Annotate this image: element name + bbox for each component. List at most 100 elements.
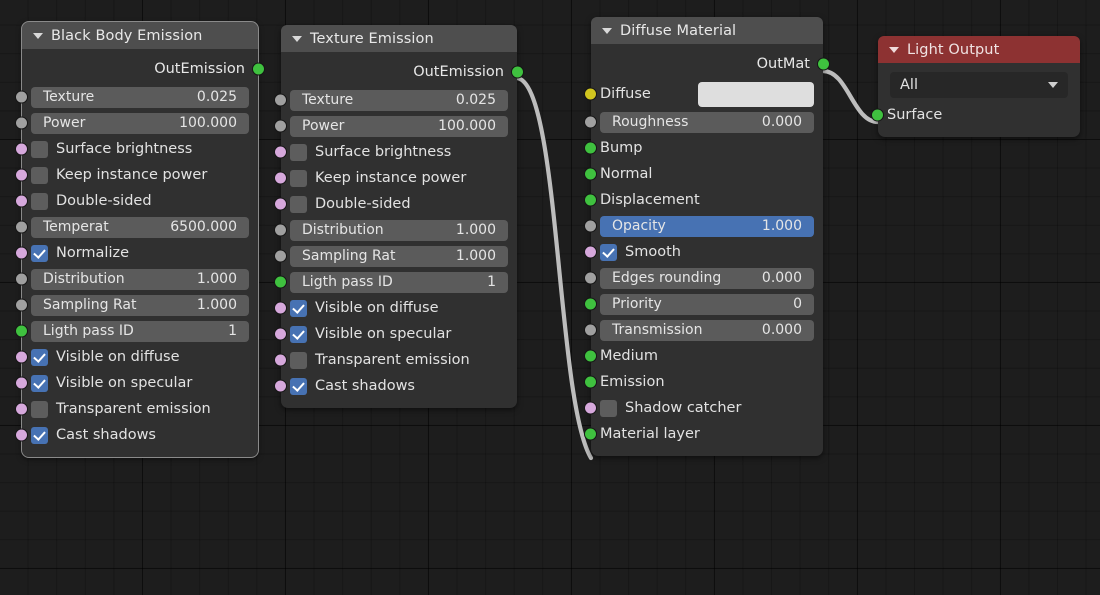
checkbox-visible-on-specular[interactable]: [31, 374, 48, 392]
checkbox-transparent-emission[interactable]: [290, 351, 307, 369]
checkbox-label: Cast shadows: [315, 378, 415, 394]
node-header-diffuse-material[interactable]: Diffuse Material: [591, 17, 823, 44]
checkbox-visible-on-diffuse[interactable]: [290, 299, 307, 317]
socket-in-sampling-rate[interactable]: [15, 298, 28, 312]
socket-in-distribution[interactable]: [274, 223, 287, 237]
color-swatch-diffuse[interactable]: [698, 81, 814, 107]
socket-in-cast-shadows[interactable]: [15, 428, 28, 442]
checkbox-surface-brightness[interactable]: [290, 143, 307, 161]
socket-out-outemission[interactable]: [511, 65, 524, 79]
field-texture[interactable]: Texture 0.025: [31, 86, 249, 108]
socket-in-texture[interactable]: [15, 90, 28, 104]
checkbox-surface-brightness[interactable]: [31, 140, 48, 158]
checkbox-keep-instance-power[interactable]: [31, 166, 48, 184]
socket-in-emission[interactable]: [584, 375, 597, 389]
socket-in-distribution[interactable]: [15, 272, 28, 286]
socket-in-visible-on-specular[interactable]: [15, 376, 28, 390]
node-editor-canvas[interactable]: Black Body Emission OutEmission Texture …: [0, 0, 1100, 595]
socket-in-temperature[interactable]: [15, 220, 28, 234]
socket-in-material-layer[interactable]: [584, 427, 597, 441]
socket-in-texture[interactable]: [274, 93, 287, 107]
checkbox-keep-instance-power[interactable]: [290, 169, 307, 187]
field-light-pass-id[interactable]: Ligth pass ID 1: [31, 320, 249, 342]
socket-in-priority[interactable]: [584, 297, 597, 311]
checkbox-visible-on-diffuse[interactable]: [31, 348, 48, 366]
socket-in-edges-rounding[interactable]: [584, 271, 597, 285]
checkbox-transparent-emission[interactable]: [31, 400, 48, 418]
socket-in-transmission[interactable]: [584, 323, 597, 337]
socket-in-visible-on-specular[interactable]: [274, 327, 287, 341]
socket-in-smooth[interactable]: [584, 245, 597, 259]
node-diffuse-material[interactable]: Diffuse Material OutMat Diffuse Roughnes…: [584, 17, 830, 456]
socket-in-surface-brightness[interactable]: [15, 142, 28, 156]
chevron-down-icon[interactable]: [292, 35, 302, 42]
row-light-pass-id: Ligth pass ID 1: [274, 269, 517, 295]
socket-in-double-sided[interactable]: [274, 197, 287, 211]
socket-in-diffuse[interactable]: [584, 87, 597, 101]
field-light-pass-id[interactable]: Ligth pass ID 1: [290, 271, 508, 293]
field-sampling-rate[interactable]: Sampling Rat 1.000: [31, 294, 249, 316]
node-body-diffuse-material: OutMat Diffuse Roughness 0.000 Bump Norm…: [584, 44, 830, 456]
socket-in-light-pass-id[interactable]: [15, 324, 28, 338]
node-header-texture-emission[interactable]: Texture Emission: [281, 25, 517, 52]
field-sampling-rate[interactable]: Sampling Rat 1.000: [290, 245, 508, 267]
node-header-black-body-emission[interactable]: Black Body Emission: [22, 22, 258, 49]
checkbox-cast-shadows[interactable]: [290, 377, 307, 395]
socket-in-power[interactable]: [15, 116, 28, 130]
socket-in-keep-instance-power[interactable]: [15, 168, 28, 182]
checkbox-smooth[interactable]: [600, 243, 617, 261]
socket-in-normal[interactable]: [584, 167, 597, 181]
socket-in-transparent-emission[interactable]: [15, 402, 28, 416]
socket-in-visible-on-diffuse[interactable]: [15, 350, 28, 364]
socket-in-displacement[interactable]: [584, 193, 597, 207]
socket-in-bump[interactable]: [584, 141, 597, 155]
socket-in-sampling-rate[interactable]: [274, 249, 287, 263]
socket-in-shadow-catcher[interactable]: [584, 401, 597, 415]
chevron-down-icon[interactable]: [889, 46, 899, 53]
socket-in-surface[interactable]: [871, 108, 884, 122]
field-distribution[interactable]: Distribution 1.000: [290, 219, 508, 241]
checkbox-label: Surface brightness: [315, 144, 452, 160]
checkbox-cast-shadows[interactable]: [31, 426, 48, 444]
socket-in-transparent-emission[interactable]: [274, 353, 287, 367]
socket-out-outemission[interactable]: [252, 62, 265, 76]
field-distribution[interactable]: Distribution 1.000: [31, 268, 249, 290]
socket-in-keep-instance-power[interactable]: [274, 171, 287, 185]
node-header-light-output[interactable]: Light Output: [878, 36, 1080, 63]
field-power[interactable]: Power 100.000: [31, 112, 249, 134]
socket-in-light-pass-id[interactable]: [274, 275, 287, 289]
socket-in-roughness[interactable]: [584, 115, 597, 129]
checkbox-double-sided[interactable]: [31, 192, 48, 210]
chevron-down-icon[interactable]: [602, 27, 612, 34]
socket-in-power[interactable]: [274, 119, 287, 133]
field-power[interactable]: Power 100.000: [290, 115, 508, 137]
chevron-down-icon[interactable]: [33, 32, 43, 39]
field-label: Transmission: [612, 322, 703, 338]
checkbox-normalize[interactable]: [31, 244, 48, 262]
node-light-output[interactable]: Light Output All Surface: [871, 36, 1080, 137]
node-black-body-emission[interactable]: Black Body Emission OutEmission Texture …: [15, 21, 265, 458]
field-opacity[interactable]: Opacity 1.000: [600, 215, 814, 237]
field-edges-rounding[interactable]: Edges rounding 0.000: [600, 267, 814, 289]
socket-in-opacity[interactable]: [584, 219, 597, 233]
field-label: Edges rounding: [612, 270, 722, 286]
field-label: Sampling Rat: [302, 248, 396, 264]
chevron-down-icon[interactable]: [1048, 82, 1058, 88]
checkbox-double-sided[interactable]: [290, 195, 307, 213]
field-roughness[interactable]: Roughness 0.000: [600, 111, 814, 133]
socket-in-normalize[interactable]: [15, 246, 28, 260]
dropdown-output-target[interactable]: All: [890, 72, 1068, 98]
socket-in-visible-on-diffuse[interactable]: [274, 301, 287, 315]
checkbox-shadow-catcher[interactable]: [600, 399, 617, 417]
socket-in-surface-brightness[interactable]: [274, 145, 287, 159]
node-texture-emission[interactable]: Texture Emission OutEmission Texture 0.0…: [274, 25, 524, 408]
socket-in-medium[interactable]: [584, 349, 597, 363]
socket-in-double-sided[interactable]: [15, 194, 28, 208]
field-transmission[interactable]: Transmission 0.000: [600, 319, 814, 341]
field-temperature[interactable]: Temperat 6500.000: [31, 216, 249, 238]
socket-in-cast-shadows[interactable]: [274, 379, 287, 393]
field-priority[interactable]: Priority 0: [600, 293, 814, 315]
field-texture[interactable]: Texture 0.025: [290, 89, 508, 111]
checkbox-visible-on-specular[interactable]: [290, 325, 307, 343]
socket-out-outmat[interactable]: [817, 57, 830, 71]
